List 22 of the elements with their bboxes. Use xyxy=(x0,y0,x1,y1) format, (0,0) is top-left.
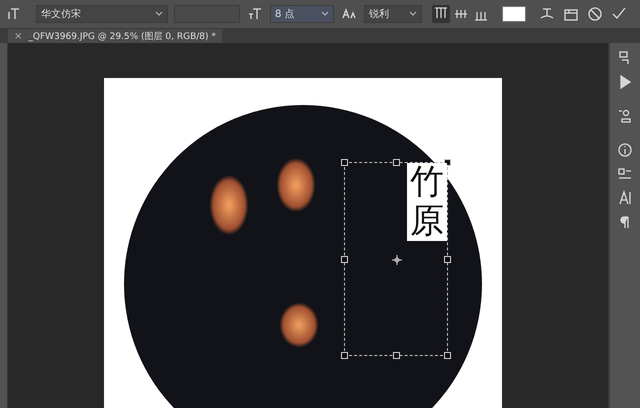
vertical-text-layer: 竹原 xyxy=(407,163,447,242)
resize-handle[interactable] xyxy=(341,256,348,263)
resize-handle[interactable] xyxy=(444,256,451,263)
resize-handle[interactable] xyxy=(393,352,400,359)
text-color-swatch[interactable] xyxy=(502,6,526,22)
close-icon[interactable]: × xyxy=(14,30,22,42)
caret-icon xyxy=(409,11,417,17)
align-button[interactable] xyxy=(432,5,450,23)
caret-icon xyxy=(321,11,329,17)
resize-handle[interactable] xyxy=(341,352,348,359)
resize-handle[interactable] xyxy=(341,159,348,166)
font-size-field[interactable]: 8 点 xyxy=(270,5,334,23)
resize-handle[interactable] xyxy=(393,159,400,166)
caret-icon xyxy=(155,11,163,17)
text-bounding-box[interactable]: 竹原 xyxy=(344,162,448,356)
font-family-dropdown[interactable]: 华文仿宋 xyxy=(36,5,168,23)
cancel-icon[interactable] xyxy=(586,5,604,23)
anti-alias-dropdown[interactable]: 锐利 xyxy=(364,5,422,23)
reference-point-icon xyxy=(392,255,402,265)
document-tab[interactable]: × _QFW3969.JPG @ 29.5% (图层 0, RGB/8) * xyxy=(8,29,222,43)
info-icon[interactable] xyxy=(616,141,634,159)
resize-handle[interactable] xyxy=(444,352,451,359)
